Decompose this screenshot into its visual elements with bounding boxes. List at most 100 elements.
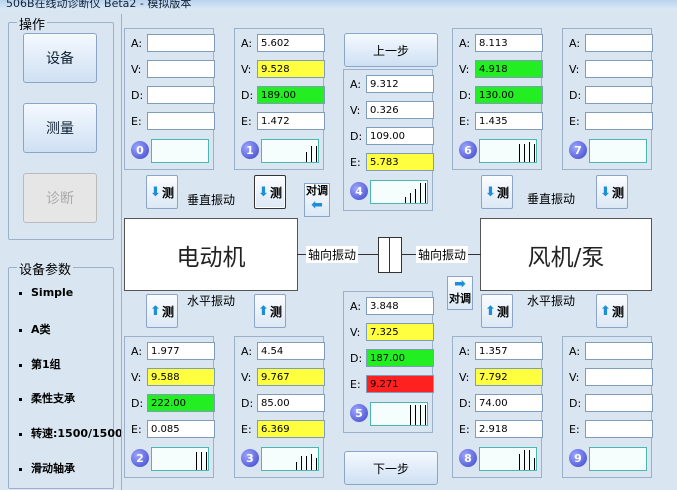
spectrum-line — [529, 450, 530, 470]
field-value-a[interactable]: 5.602 — [257, 34, 325, 52]
field-value-v[interactable] — [585, 60, 653, 78]
field-value-e[interactable] — [147, 112, 215, 130]
spectrum-preview[interactable] — [589, 139, 647, 163]
field-row-a: A: 1.977 — [131, 342, 215, 362]
field-value-d[interactable]: 222.00 — [147, 394, 215, 412]
point-number-badge: 8 — [459, 449, 477, 467]
field-value-v[interactable]: 9.528 — [257, 60, 325, 78]
measure-btn-0[interactable]: ⬇ 测 — [146, 175, 178, 209]
field-value-e[interactable]: 5.783 — [366, 153, 434, 171]
spectrum-preview[interactable] — [370, 402, 428, 426]
field-row-e: E: 5.783 — [350, 153, 434, 173]
spectrum-preview[interactable] — [370, 180, 428, 204]
measure-btn-6[interactable]: ⬇ 测 — [481, 175, 513, 209]
spectrum-preview[interactable] — [589, 447, 647, 471]
field-value-d[interactable] — [585, 86, 653, 104]
spectrum-preview[interactable] — [479, 139, 537, 163]
spectrum-preview[interactable] — [261, 447, 319, 471]
field-row-e: E: 1.472 — [241, 112, 325, 132]
measure-button[interactable]: 测量 — [23, 103, 97, 153]
field-label: D: — [131, 397, 144, 410]
field-value-a[interactable] — [147, 34, 215, 52]
device-button[interactable]: 设备 — [23, 33, 97, 83]
field-value-d[interactable]: 74.00 — [475, 394, 543, 412]
arrow-up-icon: ⬆ — [485, 303, 496, 319]
field-row-e: E: — [569, 420, 653, 440]
field-value-d[interactable]: 189.00 — [257, 86, 325, 104]
field-value-e[interactable]: 6.369 — [257, 420, 325, 438]
spectrum-line — [316, 146, 317, 162]
field-value-a[interactable]: 4.54 — [257, 342, 325, 360]
measure-btn-7[interactable]: ⬇ 测 — [596, 175, 628, 209]
field-value-a[interactable] — [585, 34, 653, 52]
next-step-button[interactable]: 下一步 — [344, 451, 438, 485]
field-value-v[interactable] — [585, 368, 653, 386]
field-row-e: E: 6.369 — [241, 420, 325, 440]
spectrum-line — [410, 193, 411, 203]
field-value-a[interactable] — [585, 342, 653, 360]
field-value-v[interactable]: 7.325 — [366, 323, 434, 341]
field-row-v: V: 4.918 — [459, 60, 543, 80]
measure-btn-1[interactable]: ⬇ 测 — [254, 175, 286, 209]
field-value-d[interactable]: 187.00 — [366, 349, 434, 367]
field-row-e: E: — [131, 112, 215, 132]
arrow-down-icon: ⬇ — [258, 184, 269, 200]
spectrum-line — [524, 450, 525, 470]
diagnose-button[interactable]: 诊断 — [23, 173, 97, 223]
spectrum-preview[interactable] — [479, 447, 537, 471]
field-value-a[interactable]: 3.848 — [366, 297, 434, 315]
prev-step-button[interactable]: 上一步 — [344, 33, 438, 67]
swap-button-bottom[interactable]: ➡ 对调 — [447, 276, 473, 310]
field-value-v[interactable]: 0.326 — [366, 101, 434, 119]
spectrum-line — [316, 458, 317, 470]
field-value-d[interactable]: 130.00 — [475, 86, 543, 104]
field-value-a[interactable]: 1.977 — [147, 342, 215, 360]
device-params-group: 设备参数 Simple A类 第1组 柔性支承 转速:1500/1500 滑动轴… — [8, 259, 123, 489]
arrow-right-icon: ➡ — [454, 276, 466, 292]
field-label: E: — [569, 115, 580, 128]
field-label: V: — [569, 371, 580, 384]
field-value-e[interactable]: 1.435 — [475, 112, 543, 130]
spectrum-line — [306, 456, 307, 470]
measure-btn-3[interactable]: ⬆ 测 — [254, 294, 286, 328]
field-row-a: A: 9.312 — [350, 75, 434, 95]
field-value-e[interactable]: 9.271 — [366, 375, 434, 393]
field-value-d[interactable]: 85.00 — [257, 394, 325, 412]
field-value-v[interactable]: 9.588 — [147, 368, 215, 386]
spectrum-line — [420, 405, 421, 425]
spectrum-preview[interactable] — [261, 139, 319, 163]
measure-btn-8[interactable]: ⬆ 测 — [481, 294, 513, 328]
field-row-d: D: — [131, 86, 215, 106]
field-value-e[interactable] — [585, 420, 653, 438]
field-value-d[interactable]: 109.00 — [366, 127, 434, 145]
arrow-down-icon: ⬇ — [600, 184, 611, 200]
spectrum-line — [311, 454, 312, 470]
arrow-up-icon: ⬆ — [258, 303, 269, 319]
measure-panel-1: A: 5.602 V: 9.528 D: 189.00 E: 1.472 1 — [234, 28, 325, 170]
field-label: V: — [131, 63, 142, 76]
swap-button-top[interactable]: 对调 ⬅ — [304, 183, 330, 217]
field-value-v[interactable]: 4.918 — [475, 60, 543, 78]
field-value-v[interactable]: 9.767 — [257, 368, 325, 386]
field-value-e[interactable]: 2.918 — [475, 420, 543, 438]
field-value-d[interactable] — [585, 394, 653, 412]
field-row-v: V: — [131, 60, 215, 80]
field-value-e[interactable]: 1.472 — [257, 112, 325, 130]
field-value-a[interactable]: 1.357 — [475, 342, 543, 360]
window-title: 506B在线动诊断仪 Beta2 - 模拟版本 — [6, 0, 192, 10]
field-label: E: — [241, 423, 252, 436]
field-row-v: V: — [569, 368, 653, 388]
field-value-d[interactable] — [147, 86, 215, 104]
measure-btn-2[interactable]: ⬆ 测 — [146, 294, 178, 328]
field-value-e[interactable]: 0.085 — [147, 420, 215, 438]
field-value-a[interactable]: 8.113 — [475, 34, 543, 52]
field-value-v[interactable]: 7.792 — [475, 368, 543, 386]
field-value-a[interactable]: 9.312 — [366, 75, 434, 93]
spectrum-preview[interactable] — [151, 139, 209, 163]
spectrum-line — [405, 197, 406, 203]
field-value-e[interactable] — [585, 112, 653, 130]
field-value-v[interactable] — [147, 60, 215, 78]
spectrum-preview[interactable] — [151, 447, 209, 471]
field-row-d: D: 222.00 — [131, 394, 215, 414]
measure-btn-9[interactable]: ⬆ 测 — [596, 294, 628, 328]
